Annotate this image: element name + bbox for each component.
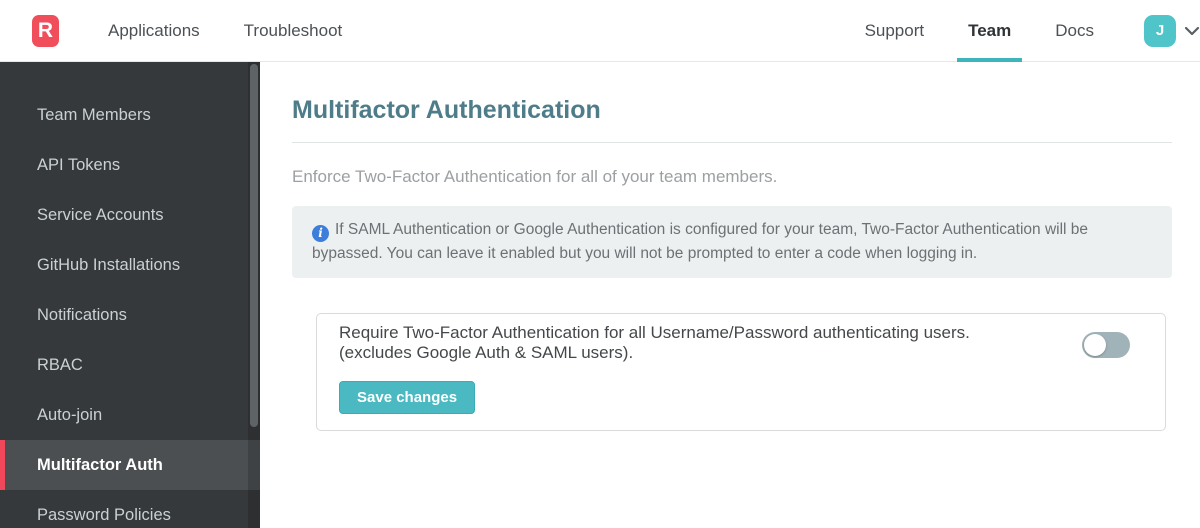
save-changes-button[interactable]: Save changes (339, 381, 476, 414)
top-navbar: R Applications Troubleshoot Support Team… (0, 0, 1200, 62)
sidebar-item-github-installations[interactable]: GitHub Installations (0, 240, 260, 290)
page-title: Multifactor Authentication (292, 96, 601, 124)
app-logo[interactable]: R (32, 14, 59, 47)
two-factor-setting-card: Require Two-Factor Authentication for al… (316, 313, 1166, 431)
nav-link-applications[interactable]: Applications (108, 21, 200, 41)
sidebar-scrollbar-thumb[interactable] (250, 64, 258, 427)
setting-label: Require Two-Factor Authentication for al… (339, 323, 1059, 363)
sidebar-item-multifactor-auth[interactable]: Multifactor Auth (0, 440, 260, 490)
sidebar-item-password-policies[interactable]: Password Policies (0, 490, 260, 528)
secondary-nav: Support Team Docs (843, 0, 1116, 62)
avatar[interactable]: J (1144, 14, 1176, 47)
settings-sidebar: Team Members API Tokens Service Accounts… (0, 62, 260, 528)
nav-link-team[interactable]: Team (957, 0, 1023, 62)
sidebar-item-auto-join[interactable]: Auto-join (0, 390, 260, 440)
sidebar-item-service-accounts[interactable]: Service Accounts (0, 190, 260, 240)
page-subtitle: Enforce Two-Factor Authentication for al… (292, 167, 778, 186)
info-callout: i If SAML Authentication or Google Authen… (292, 206, 1172, 278)
toggle-knob[interactable] (1084, 334, 1106, 356)
info-callout-text: If SAML Authentication or Google Authent… (312, 221, 1089, 262)
sidebar-scrollbar-track[interactable] (248, 62, 260, 528)
primary-nav: Applications Troubleshoot (108, 21, 342, 41)
sidebar-item-team-members[interactable]: Team Members (0, 90, 260, 140)
info-icon: i (312, 224, 329, 242)
chevron-down-icon[interactable] (1184, 26, 1200, 36)
sidebar-item-rbac[interactable]: RBAC (0, 340, 260, 390)
user-menu[interactable]: J (1144, 14, 1200, 47)
nav-link-docs[interactable]: Docs (1044, 0, 1105, 62)
sidebar-list: Team Members API Tokens Service Accounts… (0, 62, 260, 528)
nav-link-support[interactable]: Support (854, 0, 936, 62)
setting-label-line1: Require Two-Factor Authentication for al… (339, 323, 970, 342)
nav-link-troubleshoot[interactable]: Troubleshoot (244, 21, 343, 41)
setting-label-line2: (excludes Google Auth & SAML users). (339, 343, 634, 362)
two-factor-toggle[interactable] (1082, 332, 1130, 358)
sidebar-item-notifications[interactable]: Notifications (0, 290, 260, 340)
avatar-initial: J (1155, 22, 1165, 39)
sidebar-item-api-tokens[interactable]: API Tokens (0, 140, 260, 190)
main-content: Multifactor Authentication Enforce Two-F… (260, 62, 1200, 528)
title-divider (292, 142, 1172, 143)
app-logo-letter: R (37, 18, 54, 42)
